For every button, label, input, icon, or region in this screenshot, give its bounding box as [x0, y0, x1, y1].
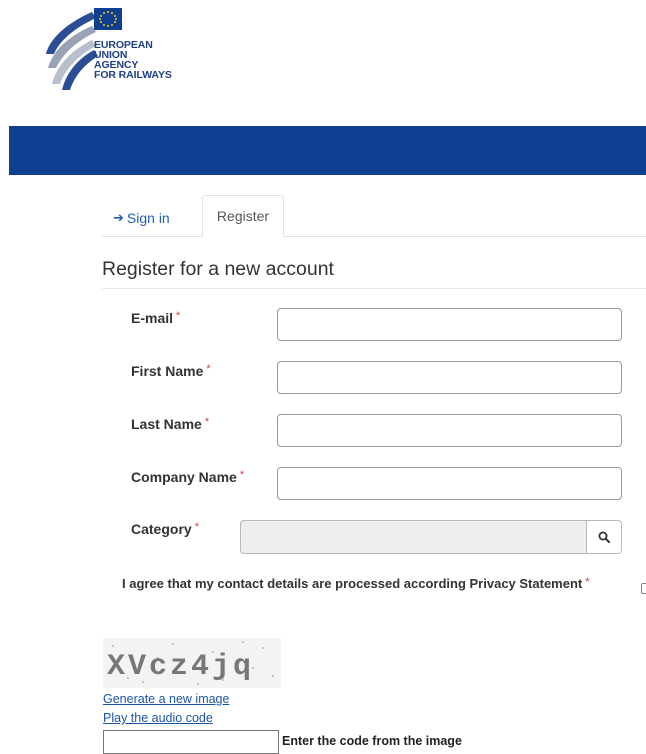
required-marker: *: [585, 576, 590, 588]
required-marker: *: [176, 310, 181, 322]
logo-wordmark: EUROPEAN UNION AGENCY FOR RAILWAYS: [94, 40, 172, 81]
last-name-label: Last Name *: [131, 416, 209, 432]
category-label-text: Category: [131, 521, 192, 537]
company-name-label: Company Name *: [131, 469, 244, 485]
tabs-divider: [102, 236, 646, 237]
required-marker: *: [239, 469, 245, 481]
privacy-agreement-checkbox[interactable]: [641, 583, 646, 594]
heading-divider: [102, 288, 646, 289]
category-search-button[interactable]: [586, 520, 622, 554]
email-label-text: E-mail: [131, 310, 174, 326]
captcha-graphic: XVcz4jq: [103, 638, 281, 688]
agency-logo: EUROPEAN UNION AGENCY FOR RAILWAYS: [40, 6, 200, 96]
header-banner: [9, 126, 646, 175]
captcha-image: XVcz4jq: [103, 638, 281, 688]
first-name-label-text: First Name: [131, 363, 204, 379]
email-field[interactable]: [277, 308, 622, 341]
captcha-code-label: Enter the code from the image: [282, 734, 462, 748]
sign-in-icon: ➔: [113, 209, 124, 225]
category-lookup-field[interactable]: [240, 520, 586, 554]
first-name-label: First Name *: [131, 363, 211, 379]
company-name-label-text: Company Name: [131, 469, 237, 485]
last-name-label-text: Last Name: [131, 416, 202, 432]
search-icon: [598, 531, 610, 543]
company-name-field[interactable]: [277, 467, 622, 500]
logo-stripes-icon: [46, 12, 98, 90]
required-marker: *: [194, 521, 199, 533]
privacy-agreement-label: I agree that my contact details are proc…: [122, 576, 590, 591]
captcha-text: XVcz4jq: [107, 650, 254, 684]
first-name-field[interactable]: [277, 361, 622, 394]
required-marker: *: [206, 363, 211, 375]
tab-register[interactable]: Register: [202, 195, 284, 237]
required-marker: *: [204, 416, 210, 428]
email-label: E-mail *: [131, 310, 180, 326]
tab-register-label: Register: [216, 208, 270, 224]
page-title: Register for a new account: [102, 258, 334, 280]
play-audio-code-link[interactable]: Play the audio code: [103, 711, 213, 725]
generate-new-image-link[interactable]: Generate a new image: [103, 692, 229, 706]
logo-line: FOR RAILWAYS: [94, 69, 172, 81]
tab-sign-in[interactable]: ➔ Sign in: [113, 200, 170, 235]
category-label: Category *: [131, 521, 199, 537]
privacy-agreement-text: I agree that my contact details are proc…: [122, 576, 583, 591]
tab-sign-in-label: Sign in: [126, 209, 170, 226]
captcha-code-input[interactable]: [103, 730, 279, 754]
eu-flag-icon: [94, 8, 122, 30]
last-name-field[interactable]: [277, 414, 622, 447]
